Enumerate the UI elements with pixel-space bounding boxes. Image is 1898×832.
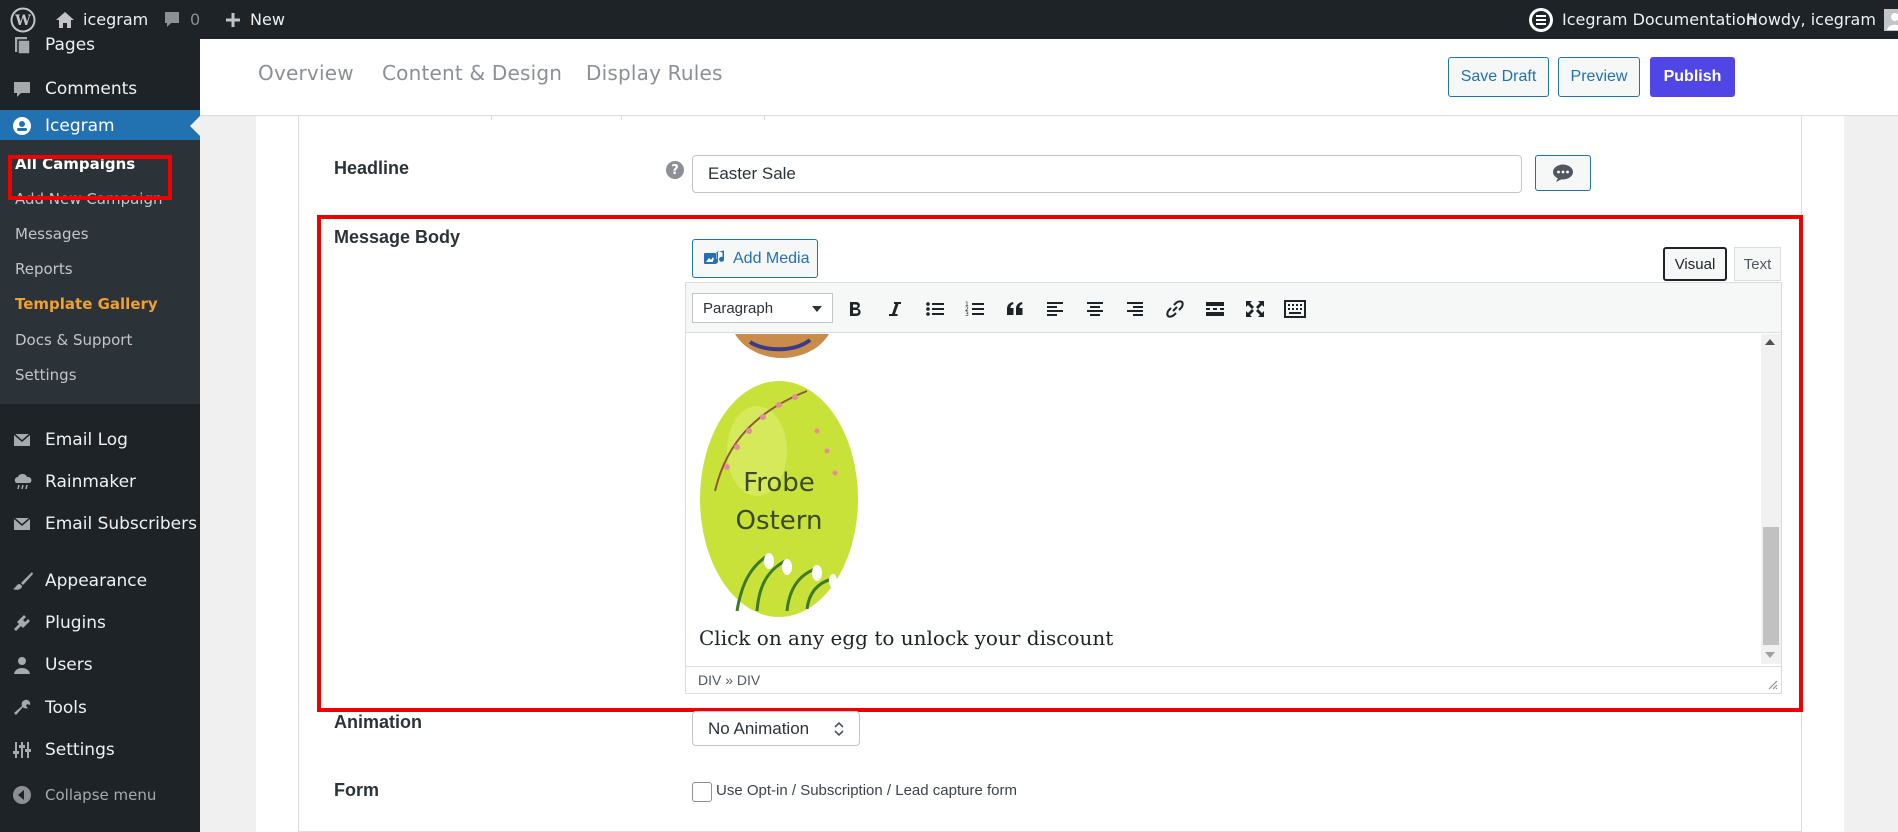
new-label: New bbox=[250, 10, 285, 29]
sidebar-item-label: Pages bbox=[45, 35, 96, 55]
sidebar-item-tools[interactable]: Tools bbox=[0, 687, 200, 729]
new-content-link[interactable]: New bbox=[224, 0, 285, 39]
collapse-label: Collapse menu bbox=[45, 786, 157, 804]
tab-overview[interactable]: Overview bbox=[258, 61, 354, 85]
docs-label: Icegram Documentation bbox=[1562, 10, 1756, 29]
comments-icon bbox=[12, 79, 32, 99]
user-icon bbox=[12, 655, 32, 675]
sidebar-item-label: Rainmaker bbox=[45, 472, 137, 492]
headline-input[interactable]: Easter Sale bbox=[692, 155, 1522, 193]
envelope-icon bbox=[12, 514, 32, 534]
submenu-settings[interactable]: Settings bbox=[15, 366, 77, 384]
icegram-icon bbox=[12, 116, 32, 136]
campaign-header: Overview Content & Design Display Rules … bbox=[200, 39, 1898, 116]
plug-icon bbox=[12, 613, 32, 633]
admin-bar: W icegram 0 New Icegram Documentation Ho… bbox=[0, 0, 1898, 39]
plus-icon bbox=[224, 11, 242, 29]
preview-button[interactable]: Preview bbox=[1558, 57, 1640, 97]
sidebar-item-label: Comments bbox=[45, 79, 138, 99]
sidebar-item-pages[interactable]: Pages bbox=[0, 27, 200, 63]
animation-value: No Animation bbox=[708, 718, 810, 738]
headline-options-button[interactable] bbox=[1535, 155, 1591, 191]
icegram-logo-icon bbox=[1528, 7, 1554, 33]
submenu-messages[interactable]: Messages bbox=[15, 225, 89, 243]
rain-cloud-icon bbox=[12, 472, 36, 492]
sidebar-item-appearance[interactable]: Appearance bbox=[0, 560, 200, 602]
icegram-docs-link[interactable]: Icegram Documentation bbox=[1528, 0, 1756, 39]
sidebar-item-email-log[interactable]: Email Log bbox=[0, 419, 200, 461]
tab-content-design[interactable]: Content & Design bbox=[382, 61, 562, 85]
chat-bubble-icon bbox=[1552, 163, 1574, 183]
optin-checkbox[interactable] bbox=[692, 782, 712, 802]
highlight-frame bbox=[317, 215, 1803, 712]
headline-label: Headline bbox=[334, 158, 410, 178]
sidebar-item-comments[interactable]: Comments bbox=[0, 68, 200, 110]
sliders-icon bbox=[12, 740, 32, 760]
sidebar-item-email-subscribers[interactable]: Email Subscribers bbox=[0, 503, 200, 545]
publish-button[interactable]: Publish bbox=[1650, 57, 1735, 97]
sidebar-item-label: Tools bbox=[45, 698, 87, 718]
animation-label: Animation bbox=[334, 712, 422, 732]
sidebar-item-label: Users bbox=[45, 655, 93, 675]
highlight-frame bbox=[8, 155, 172, 200]
sidebar-item-label: Email Log bbox=[45, 430, 128, 450]
help-icon[interactable]: ? bbox=[666, 161, 684, 179]
sidebar-item-label: Appearance bbox=[45, 571, 148, 591]
save-draft-button[interactable]: Save Draft bbox=[1448, 57, 1549, 97]
submenu-template-gallery[interactable]: Template Gallery bbox=[15, 295, 158, 313]
tab-display-rules[interactable]: Display Rules bbox=[586, 61, 723, 85]
up-down-chevron-icon bbox=[833, 720, 845, 738]
email-icon bbox=[12, 430, 32, 450]
paintbrush-icon bbox=[12, 571, 34, 591]
avatar bbox=[1883, 8, 1898, 31]
form-label: Form bbox=[334, 780, 379, 800]
collapse-menu-button[interactable]: Collapse menu bbox=[0, 774, 200, 816]
greeting: Howdy, icegram bbox=[1746, 10, 1876, 29]
optin-label[interactable]: Use Opt-in / Subscription / Lead capture… bbox=[716, 782, 1017, 799]
animation-select[interactable]: No Animation bbox=[692, 711, 860, 746]
sidebar-item-rainmaker[interactable]: Rainmaker bbox=[0, 461, 200, 503]
sidebar-item-plugins[interactable]: Plugins bbox=[0, 602, 200, 644]
sidebar-item-label: Settings bbox=[45, 740, 115, 760]
sidebar-item-settings[interactable]: Settings bbox=[0, 729, 200, 771]
home-icon bbox=[55, 11, 75, 29]
sidebar-item-label: Icegram bbox=[45, 115, 115, 136]
account-menu[interactable]: Howdy, icegram bbox=[1746, 0, 1898, 39]
collapse-arrow-icon bbox=[12, 785, 32, 805]
sidebar-item-icegram[interactable]: Icegram bbox=[0, 110, 200, 141]
pages-icon bbox=[12, 35, 32, 55]
submenu-docs-support[interactable]: Docs & Support bbox=[15, 331, 132, 349]
sidebar-item-label: Email Subscribers bbox=[45, 514, 197, 534]
sidebar-item-users[interactable]: Users bbox=[0, 644, 200, 686]
sidebar-item-label: Plugins bbox=[45, 613, 106, 633]
submenu-reports[interactable]: Reports bbox=[15, 260, 73, 278]
wrench-icon bbox=[12, 698, 32, 718]
